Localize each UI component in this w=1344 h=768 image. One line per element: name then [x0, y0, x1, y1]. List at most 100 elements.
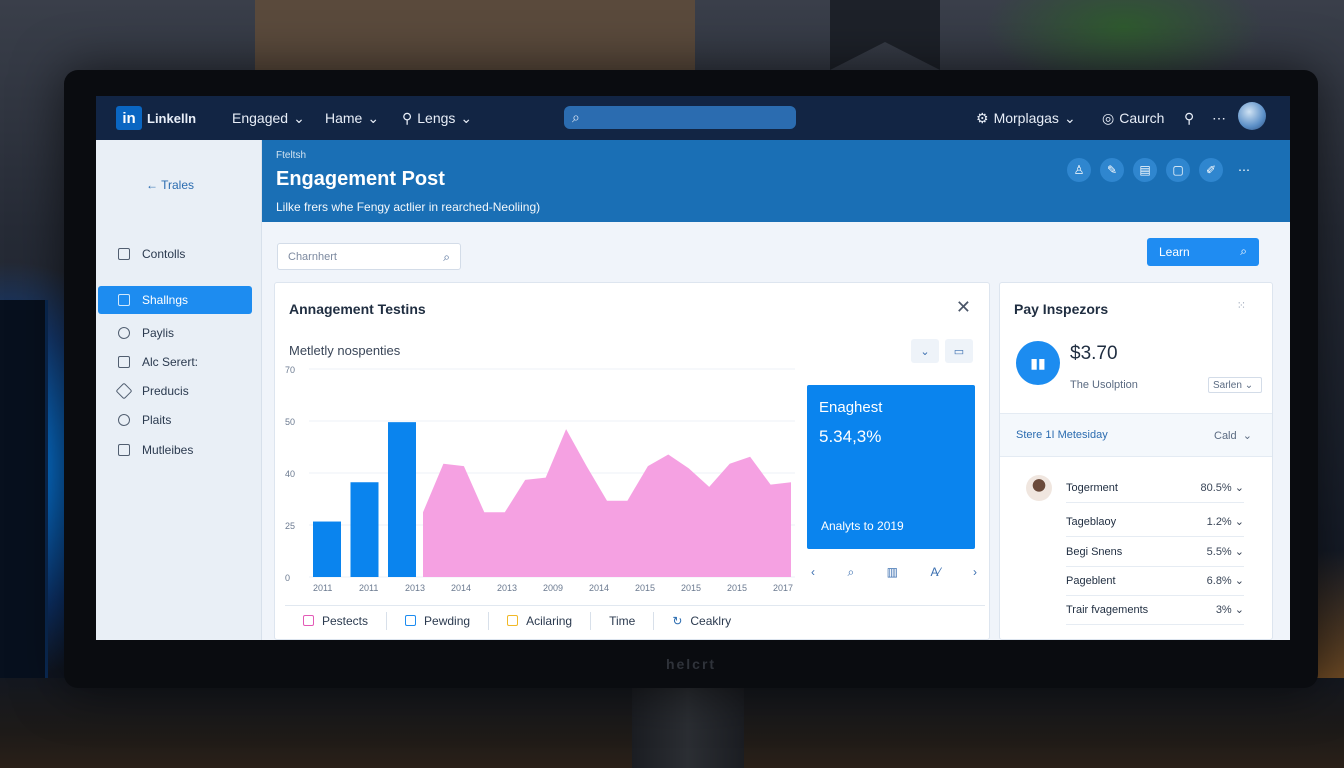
- legend-swatch: [303, 615, 314, 626]
- card-subtitle: Metletly nospenties: [289, 343, 401, 358]
- clipboard-icon: [118, 444, 130, 456]
- menu-label: Lengs: [417, 110, 456, 126]
- menu-label: Hame: [325, 110, 363, 126]
- learn-button[interactable]: Learn ⌕: [1147, 238, 1259, 266]
- y-tick-label: 0: [285, 573, 290, 583]
- period-select[interactable]: Sarlen ⌄: [1208, 377, 1262, 393]
- page-title: Engagement Post: [276, 168, 445, 190]
- y-tick-label: 40: [285, 469, 295, 479]
- sidebar-item-shallngs[interactable]: Shallngs: [98, 286, 252, 314]
- global-search-input[interactable]: ⌕: [564, 106, 796, 129]
- filter-dropdown-label: Cald: [1214, 430, 1237, 442]
- sidebar-item-label: Contolls: [142, 247, 186, 261]
- legend-label: Pewding: [424, 613, 471, 628]
- bookmark-icon[interactable]: ▢: [1166, 158, 1190, 182]
- profile-icon[interactable]: ⚲: [1184, 96, 1194, 140]
- refresh-icon: ↻: [672, 613, 683, 628]
- row-label: Tageblaoy: [1066, 515, 1117, 528]
- search-icon: ⌕: [572, 109, 580, 125]
- arrow-left-icon: ←: [146, 178, 158, 192]
- list-item[interactable]: Pageblent 6.8% ⌄: [1066, 566, 1244, 596]
- list-item[interactable]: Tageblaoy 1.2% ⌄: [1066, 507, 1244, 537]
- more-icon[interactable]: ⋯: [1212, 96, 1226, 140]
- search-icon: ⌕: [1240, 244, 1247, 258]
- menu-morplagas[interactable]: ⚙ Morplagas ⌄: [976, 96, 1076, 140]
- user-icon[interactable]: ♙: [1067, 158, 1091, 182]
- row-value: 3% ⌄: [1215, 604, 1244, 616]
- row-value: 1.2% ⌄: [1206, 516, 1244, 528]
- list-item[interactable]: Begi Snens 5.5% ⌄: [1066, 537, 1244, 567]
- row-value: 6.8% ⌄: [1206, 575, 1244, 587]
- chevron-left-icon[interactable]: ‹: [811, 565, 815, 580]
- row-value-text: 80.5%: [1200, 482, 1232, 494]
- legend-item[interactable]: Pewding: [387, 614, 488, 628]
- content-search-input[interactable]: Charnhert ⌕: [277, 243, 461, 270]
- brand-logo[interactable]: in Linkelln: [116, 96, 196, 140]
- more-icon[interactable]: ⋯: [1232, 158, 1256, 182]
- legend-item[interactable]: Acilaring: [489, 614, 590, 628]
- menu-lengs[interactable]: ⚲ Lengs ⌄: [402, 96, 472, 140]
- menu-caurch[interactable]: ◎ Caurch: [1102, 96, 1164, 140]
- chevron-down-icon: ⌄: [367, 109, 380, 126]
- sidebar-item-paylis[interactable]: Paylis: [98, 319, 252, 347]
- list-item[interactable]: Togerment 80.5% ⌄: [1066, 473, 1244, 503]
- pen-icon[interactable]: ✐: [1199, 158, 1223, 182]
- breadcrumb[interactable]: Fteltsh: [276, 150, 306, 161]
- search-icon[interactable]: ⌕: [847, 565, 854, 580]
- chevron-right-icon[interactable]: ›: [973, 565, 977, 580]
- edit-icon[interactable]: ✎: [1100, 158, 1124, 182]
- header-actions: ♙ ✎ ▤ ▢ ✐ ⋯: [1067, 158, 1256, 182]
- sidebar-item-contolls[interactable]: Contolls: [98, 240, 252, 268]
- linkedin-logo-icon: in: [116, 106, 142, 130]
- list-item[interactable]: Trair fvagements 3% ⌄: [1066, 595, 1244, 625]
- y-tick-label: 70: [285, 365, 295, 375]
- panel-filter-bar: Stere 1I Metesiday Cald ⌄: [1000, 413, 1272, 457]
- legend-item[interactable]: Time: [591, 614, 653, 628]
- y-tick-label: 25: [285, 521, 295, 531]
- close-icon[interactable]: ✕: [956, 297, 971, 318]
- legend-item[interactable]: ↻ Ceaklry: [654, 614, 749, 628]
- sidebar-item-label: Preducis: [142, 384, 189, 398]
- select-value: Sarlen: [1213, 379, 1242, 391]
- x-tick-label: 2009: [543, 583, 563, 593]
- top-nav-bar: in Linkelln Engaged ⌄ Hame ⌄ ⚲ Lengs ⌄ ⌕ ⚙ Mo…: [96, 96, 1290, 140]
- sidebar-item-label: Alc Serert:: [142, 355, 199, 369]
- back-label: Trales: [161, 178, 195, 192]
- x-tick-label: 2014: [589, 583, 609, 593]
- filter-dropdown[interactable]: Cald ⌄: [1214, 429, 1252, 442]
- x-tick-label: 2011: [313, 583, 332, 593]
- chevron-down-icon: ⌄: [293, 109, 305, 126]
- sidebar-item-alc-serert[interactable]: Alc Serert:: [98, 348, 252, 376]
- menu-hame[interactable]: Hame ⌄: [325, 96, 379, 140]
- legend-item[interactable]: Pestects: [285, 614, 386, 628]
- chart-tools: ⌄ ▭: [911, 339, 973, 363]
- back-link[interactable]: ← Trales: [146, 178, 194, 192]
- document-icon: [118, 248, 130, 260]
- stat-tile[interactable]: Enaghest 5.34,3% Analyts to 2019: [807, 385, 975, 549]
- filter-label[interactable]: Stere 1I Metesiday: [1016, 429, 1108, 441]
- brand-name: Linkelln: [147, 110, 197, 126]
- monitor-stand: [632, 688, 744, 768]
- avatar[interactable]: [1238, 102, 1266, 130]
- comment-icon[interactable]: ▭: [945, 339, 973, 363]
- sidebar: ← Trales Contolls Shallngs Paylis Alc Se…: [96, 140, 262, 640]
- sidebar-item-preducis[interactable]: Preducis: [98, 377, 252, 405]
- text-size-icon[interactable]: A⁄: [930, 565, 940, 580]
- grid-icon[interactable]: ⁙: [1237, 299, 1246, 312]
- wall-picture-frame: [255, 0, 695, 80]
- link-icon: ⚲: [402, 109, 413, 126]
- document-icon[interactable]: ▤: [1133, 158, 1157, 182]
- legend-label: Ceaklry: [690, 613, 732, 628]
- menu-label: Morplagas: [993, 110, 1059, 126]
- columns-icon[interactable]: ▥: [887, 565, 898, 580]
- search-icon: ⌕: [443, 250, 450, 264]
- badge-icon: [118, 414, 130, 426]
- row-value-text: 6.8%: [1206, 575, 1232, 587]
- chevron-down-icon[interactable]: ⌄: [911, 339, 939, 363]
- sidebar-item-plaits[interactable]: Plaits: [98, 406, 252, 434]
- menu-engaged[interactable]: Engaged ⌄: [232, 96, 305, 140]
- chevron-down-icon: ⌄: [460, 109, 473, 126]
- avatar: [1026, 475, 1052, 501]
- x-tick-label: 2015: [635, 583, 655, 593]
- sidebar-item-mutleibes[interactable]: Mutleibes: [98, 436, 252, 464]
